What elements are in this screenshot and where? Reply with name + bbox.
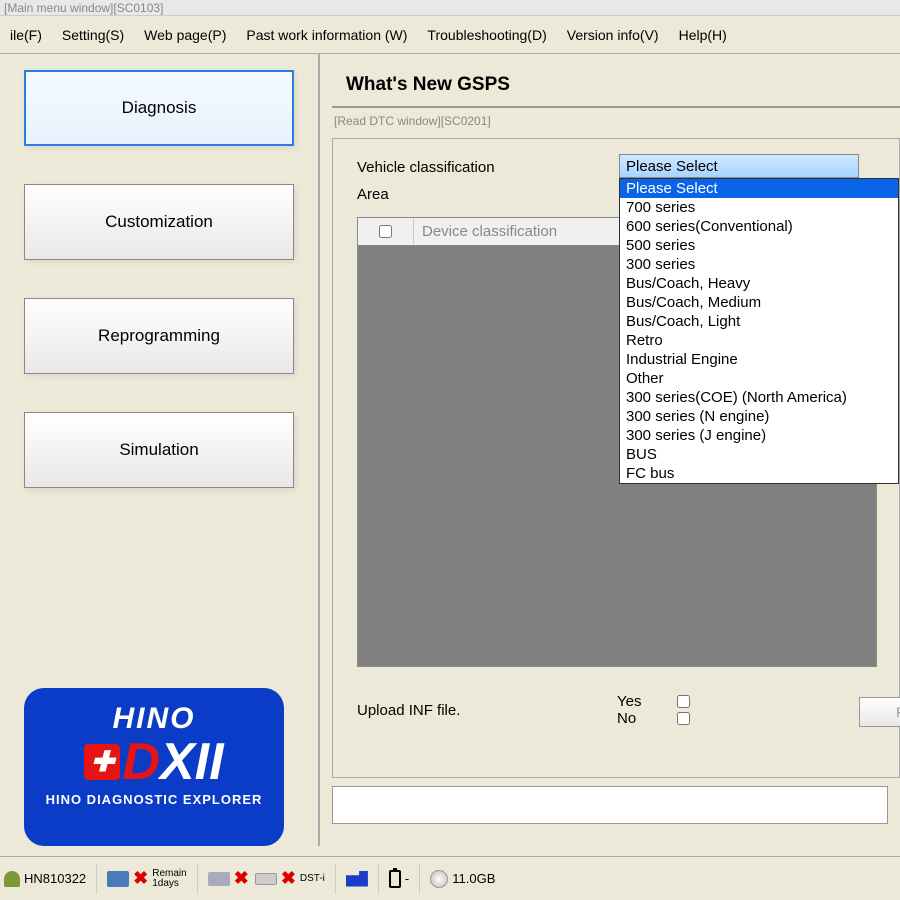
menu-pastwork[interactable]: Past work information (W) (236, 23, 417, 47)
logo-product: ✚DXII (84, 736, 223, 788)
option-300-j[interactable]: 300 series (J engine) (620, 426, 898, 445)
menu-troubleshooting[interactable]: Troubleshooting(D) (417, 23, 556, 47)
option-industrial[interactable]: Industrial Engine (620, 350, 898, 369)
option-700-series[interactable]: 700 series (620, 198, 898, 217)
menu-bar: ile(F) Setting(S) Web page(P) Past work … (0, 16, 900, 54)
redx-icon: ✖ (133, 868, 148, 889)
remain-value: 1days (152, 879, 186, 889)
status-network: ✖ Remain1days (107, 868, 187, 889)
dsti-label: DST-i (300, 873, 325, 884)
left-panel: Diagnosis Customization Reprogramming Si… (0, 54, 320, 846)
upload-no-checkbox[interactable] (677, 712, 690, 725)
network-icon (107, 871, 129, 887)
diagnosis-button[interactable]: Diagnosis (24, 70, 294, 146)
option-300-coe-na[interactable]: 300 series(COE) (North America) (620, 388, 898, 407)
main-area: Diagnosis Customization Reprogramming Si… (0, 54, 900, 846)
person-icon (4, 871, 20, 887)
select-all-checkbox[interactable] (379, 225, 392, 238)
option-bus-medium[interactable]: Bus/Coach, Medium (620, 293, 898, 312)
battery-icon (389, 870, 401, 888)
customization-button[interactable]: Customization (24, 184, 294, 260)
option-bus-light[interactable]: Bus/Coach, Light (620, 312, 898, 331)
option-other[interactable]: Other (620, 369, 898, 388)
menu-file[interactable]: ile(F) (0, 23, 52, 47)
upload-inf-label: Upload INF file. (357, 702, 617, 719)
no-label: No (617, 710, 657, 727)
disk-value: 11.0GB (452, 871, 495, 886)
option-fc-bus[interactable]: FC bus (620, 464, 898, 483)
status-user-id: HN810322 (24, 871, 86, 886)
drive-icon (255, 873, 277, 885)
reprogramming-button[interactable]: Reprogramming (24, 298, 294, 374)
option-please-select[interactable]: Please Select (620, 179, 898, 198)
status-bar: HN810322 ✖ Remain1days ✖ ✖ DST-i - 11.0G… (0, 856, 900, 900)
option-300-n[interactable]: 300 series (N engine) (620, 407, 898, 426)
vehicle-classification-options: Please Select 700 series 600 series(Conv… (619, 178, 899, 484)
redx-icon: ✖ (281, 868, 296, 889)
battery-value: - (405, 871, 409, 886)
logo-sub: HINO DIAGNOSTIC EXPLORER (46, 792, 263, 807)
vehicle-classification-select[interactable]: Please Select (619, 154, 859, 178)
area-label: Area (357, 186, 617, 203)
upload-yes-checkbox[interactable] (677, 695, 690, 708)
read-dtc-title: [Read DTC window][SC0201] (332, 108, 900, 130)
option-retro[interactable]: Retro (620, 331, 898, 350)
logo-brand: HINO (113, 702, 196, 736)
option-600-series[interactable]: 600 series(Conventional) (620, 217, 898, 236)
status-disk: 11.0GB (430, 870, 495, 888)
table-header-checkbox[interactable] (358, 218, 414, 245)
status-dsti: ✖ DST-i (255, 868, 325, 889)
logo: HINO ✚DXII HINO DIAGNOSTIC EXPLORER (24, 688, 284, 846)
menu-webpage[interactable]: Web page(P) (134, 23, 236, 47)
yes-label: Yes (617, 693, 657, 710)
option-bus[interactable]: BUS (620, 445, 898, 464)
redx-icon: ✖ (234, 868, 249, 889)
option-300-series[interactable]: 300 series (620, 255, 898, 274)
bottom-text-area (332, 786, 888, 824)
option-500-series[interactable]: 500 series (620, 236, 898, 255)
option-bus-heavy[interactable]: Bus/Coach, Heavy (620, 274, 898, 293)
truck-icon (346, 871, 368, 887)
laptop-icon (208, 872, 230, 886)
status-user: HN810322 (4, 871, 86, 887)
status-truck (346, 871, 368, 887)
menu-setting[interactable]: Setting(S) (52, 23, 134, 47)
menu-version[interactable]: Version info(V) (557, 23, 669, 47)
disk-icon (430, 870, 448, 888)
right-panel: What's New GSPS [Read DTC window][SC0201… (320, 54, 900, 846)
menu-help[interactable]: Help(H) (669, 23, 737, 47)
vehicle-classification-label: Vehicle classification (357, 159, 617, 176)
status-battery: - (389, 870, 409, 888)
window-title: [Main menu window][SC0103] (0, 0, 900, 16)
read-button[interactable]: Rea (859, 697, 900, 727)
whats-new-heading: What's New GSPS (332, 68, 900, 108)
simulation-button[interactable]: Simulation (24, 412, 294, 488)
status-laptop: ✖ (208, 868, 249, 889)
content-box: Vehicle classification Area Please Selec… (332, 138, 900, 778)
remain-label: Remain (152, 869, 186, 879)
